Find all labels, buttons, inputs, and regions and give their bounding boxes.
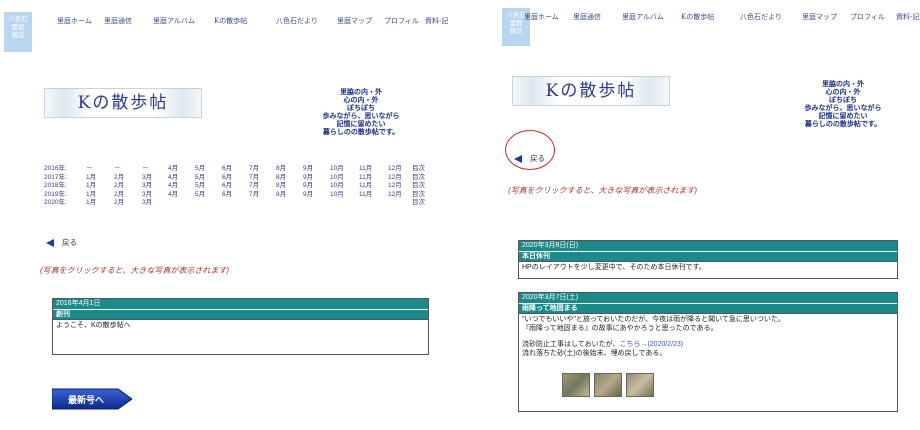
nav-sanpocho[interactable]: Kの散歩帖 — [681, 12, 714, 22]
photo-thumbnail[interactable] — [626, 373, 654, 397]
post-date: 2016年4月1日 — [53, 299, 428, 309]
svg-text:最新号へ: 最新号へ — [68, 394, 104, 405]
archive-month-link[interactable]: 6月 — [222, 188, 232, 198]
archive-month-link[interactable]: 8月 — [276, 188, 286, 198]
post-date: 2020年3月8日(日) — [519, 241, 897, 251]
post-title: 本日休刊 — [519, 251, 897, 261]
photo-thumbnail[interactable] — [562, 373, 590, 397]
tagline: 里脇の内・外 心の内・外 ぼちぼち 歩みながら、思いながら 記憶に留めたい 暮らしのの散歩… — [322, 87, 400, 136]
nav-profile[interactable]: プロフィル — [384, 16, 419, 26]
highlight-circle — [505, 130, 555, 170]
photo-thumbnail[interactable] — [594, 373, 622, 397]
nav-album[interactable]: 里庭アルバム — [153, 16, 195, 26]
archive-month-link[interactable]: 3月 — [142, 196, 152, 206]
photo-hint: (写真をクリックすると、大きな写真が表示されます) — [508, 186, 698, 195]
newest-issue-button[interactable]: 最新号へ — [51, 388, 133, 410]
right-page: 八色石 里庭 雑話 里庭ホーム 里庭通信 里庭アルバム Kの散歩帖 八色石だより… — [500, 0, 920, 430]
tagline: 里脇の内・外 心の内・外 ぼちぼち 歩みながら、思いながら 記憶に留めたい 暮らしのの散歩… — [804, 79, 882, 128]
nav-home[interactable]: 里庭ホーム — [57, 16, 92, 26]
nav-shiryo[interactable]: 資料-記 — [896, 12, 919, 22]
archive-month-link[interactable]: 5月 — [195, 188, 205, 198]
archive-year: 2020年: — [44, 199, 67, 206]
nav-album[interactable]: 里庭アルバム — [622, 12, 664, 22]
archive-month-link[interactable]: 2月 — [114, 196, 124, 206]
archive-month-link[interactable]: 11月 — [359, 188, 372, 198]
back-link[interactable]: 戻る — [46, 237, 77, 248]
newest-button-shape: 最新号へ — [51, 388, 133, 410]
photo-hint: (写真をクリックすると、大きな写真が表示されます) — [40, 266, 230, 275]
nav-dayori[interactable]: 八色石だより — [276, 16, 318, 26]
archive-month-link[interactable]: 1月 — [86, 196, 96, 206]
post-title: 創刊 — [53, 309, 428, 319]
archive-month-link[interactable]: 7月 — [249, 188, 259, 198]
nav-home[interactable]: 里庭ホーム — [524, 12, 559, 22]
back-arrow-icon — [46, 239, 54, 248]
post-title: 雨降って地固まる — [519, 303, 897, 313]
related-post-link[interactable]: こちら→(2020/2/23) — [619, 341, 683, 348]
archive-month-link[interactable]: 4月 — [168, 188, 178, 198]
left-page: 八色石 里庭 雑話 里庭ホーム 里庭通信 里庭アルバム Kの散歩帖 八色石だより… — [0, 0, 455, 430]
archive-month-link[interactable]: 9月 — [303, 188, 313, 198]
archive-month-link[interactable]: 10月 — [330, 188, 344, 198]
nav-tsushin[interactable]: 里庭通信 — [104, 16, 132, 26]
post-card: 2016年4月1日 創刊 ようこそ、Kの散歩帖へ — [52, 298, 429, 355]
nav-profile[interactable]: プロフィル — [850, 12, 885, 22]
post-card: 2020年3月8日(日) 本日休刊 HPのレイアウトを少し変更中で、そのため本日… — [518, 240, 898, 279]
nav-sanpocho[interactable]: Kの散歩帖 — [214, 16, 247, 26]
nav-dayori[interactable]: 八色石だより — [740, 12, 782, 22]
page-title-banner: Kの散歩帖 — [44, 88, 202, 118]
post-body: ようこそ、Kの散歩帖へ — [53, 319, 428, 352]
archive-index-link[interactable]: 目次 — [412, 196, 425, 206]
nav-tsushin[interactable]: 里庭通信 — [573, 12, 601, 22]
nav-map[interactable]: 里庭マップ — [802, 12, 837, 22]
archive-month-link[interactable]: 12月 — [388, 188, 402, 198]
post-date: 2020年3月7日(土) — [519, 293, 897, 303]
back-arrow-icon — [514, 155, 522, 164]
nav-shiryo[interactable]: 資料-記 — [425, 16, 448, 26]
post-body: HPのレイアウトを少し変更中で、そのため本日休刊です。 — [519, 261, 897, 275]
site-logo[interactable]: 八色石 里庭 雑話 — [4, 12, 32, 52]
page-title-banner: Kの散歩帖 — [512, 76, 670, 106]
nav-map[interactable]: 里庭マップ — [337, 16, 372, 26]
back-link[interactable]: 戻る — [514, 153, 545, 164]
post-body: "いつでもいいや"と放っておいたのだが、今夜は雨が降ると聞いて急に思いついた。 … — [519, 313, 897, 413]
